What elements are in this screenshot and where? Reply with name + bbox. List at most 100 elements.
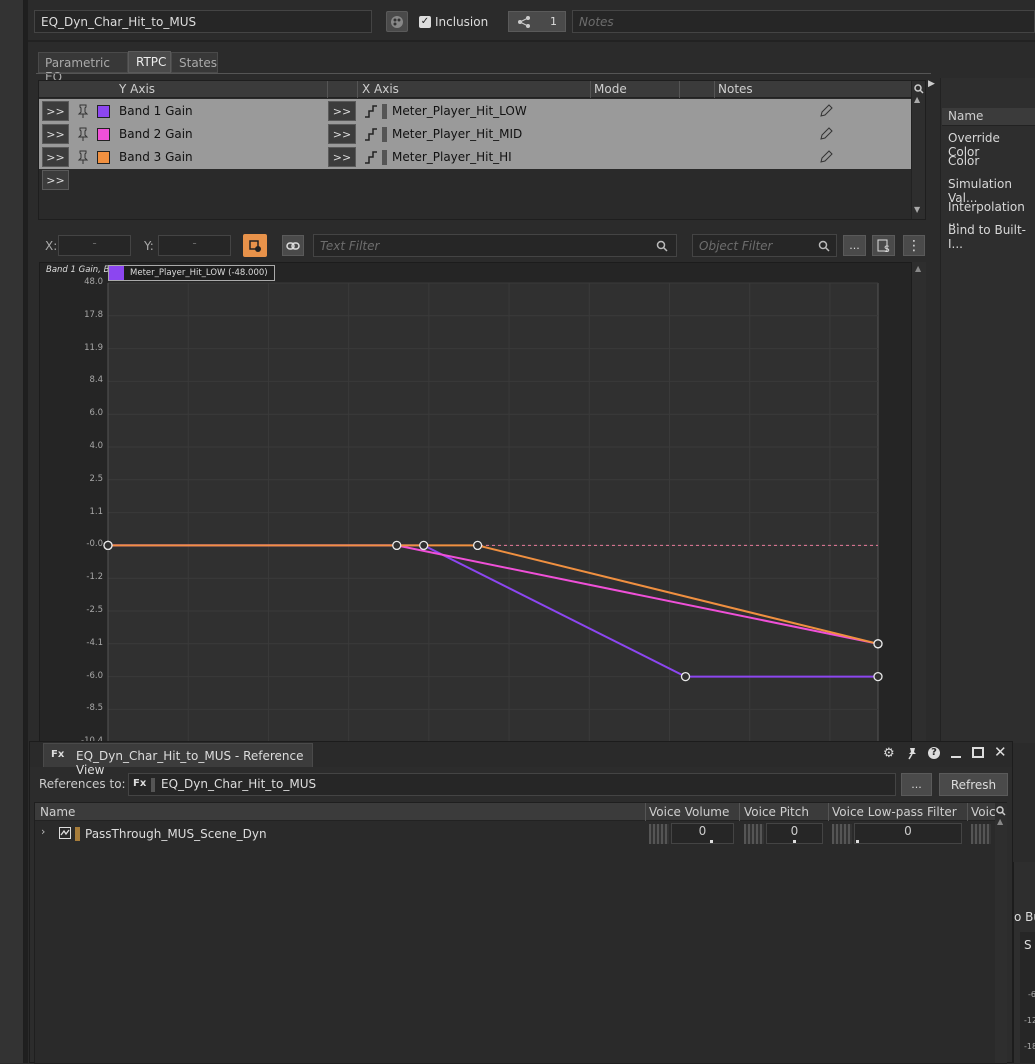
text-filter-input[interactable]: Text Filter — [313, 234, 677, 257]
fx-icon: Fx — [51, 749, 65, 760]
color-palette-button[interactable] — [386, 11, 408, 32]
curve-control-point — [472, 540, 483, 551]
y-axis-name: Band 1 Gain — [119, 104, 193, 118]
rtpc-row[interactable]: >> Band 2 Gain >> Meter_Player_Hit_MID — [39, 123, 909, 146]
help-icon[interactable]: ? — [928, 747, 940, 759]
col-y-axis[interactable]: Y Axis — [119, 82, 155, 96]
reference-view-window: Fx EQ_Dyn_Char_Hit_to_MUS - Reference Vi… — [29, 741, 1013, 1064]
object-color-bar — [75, 827, 80, 841]
x-expand-button[interactable]: >> — [328, 101, 356, 121]
voice-extra-slider-handle[interactable] — [971, 824, 991, 844]
voice-lpf-value[interactable]: 0 — [854, 823, 962, 844]
rtpc-table-scrollbar[interactable]: ▲ ▼ — [911, 81, 925, 219]
collapse-arrow-icon[interactable]: ▶ — [928, 79, 935, 89]
col-sep-3 — [590, 81, 591, 98]
scroll-down-icon[interactable]: ▼ — [914, 205, 920, 214]
x-axis-name: Meter_Player_Hit_MID — [392, 127, 523, 141]
maximize-icon[interactable] — [972, 747, 984, 758]
expand-button[interactable]: >> — [42, 124, 69, 144]
col-voice-extra[interactable]: Voic — [971, 805, 996, 819]
voice-volume-marker — [710, 840, 713, 843]
x-coord-label: X: — [45, 239, 58, 253]
voice-volume-value[interactable]: 0 — [671, 823, 734, 844]
col-mode[interactable]: Mode — [594, 82, 627, 96]
col-name[interactable]: Name — [40, 805, 75, 819]
reference-view-tab[interactable]: Fx EQ_Dyn_Char_Hit_to_MUS - Reference Vi… — [43, 743, 313, 777]
tab-states[interactable]: States — [171, 52, 218, 73]
pin-icon[interactable] — [77, 104, 89, 118]
refresh-button[interactable]: Refresh — [939, 773, 1008, 796]
voice-lpf-slider-handle[interactable] — [832, 824, 852, 844]
pin-icon[interactable] — [906, 747, 918, 760]
expand-button[interactable]: >> — [42, 147, 69, 167]
meter-panel-title: o Bu — [1014, 910, 1035, 924]
col-voice-pitch[interactable]: Voice Pitch — [744, 805, 809, 819]
references-button[interactable]: 1 — [508, 11, 566, 32]
curve-plot[interactable] — [40, 263, 912, 742]
edit-notes-icon[interactable] — [819, 104, 833, 118]
snap-icon — [249, 239, 261, 252]
overflow-menu-button[interactable]: ⋮ — [903, 235, 925, 256]
side-item-bind-to-builtin[interactable]: Bind to Built-I... — [948, 223, 1035, 251]
notes-field[interactable]: Notes — [572, 10, 1035, 33]
expand-chevron-icon[interactable]: › — [41, 825, 45, 838]
expand-button[interactable]: >> — [42, 101, 69, 121]
edit-notes-icon[interactable] — [819, 150, 833, 164]
reference-count: 1 — [550, 15, 557, 28]
link-button[interactable] — [282, 235, 304, 256]
object-color-bar — [151, 778, 155, 792]
close-icon[interactable]: ✕ — [994, 743, 1007, 761]
pin-icon[interactable] — [77, 127, 89, 141]
browse-button[interactable]: ... — [901, 773, 932, 796]
graph-scrollbar[interactable]: ▲ — [912, 262, 926, 742]
side-header-name[interactable]: Name — [948, 109, 983, 123]
toolbar-divider — [28, 40, 1035, 42]
col-sep — [739, 803, 740, 821]
x-coord-field[interactable]: - — [58, 235, 131, 256]
curve-control-point — [419, 540, 429, 551]
snap-toggle-button[interactable] — [243, 234, 267, 257]
game-parameter-icon — [365, 105, 377, 118]
reference-target-field[interactable]: Fx EQ_Dyn_Char_Hit_to_MUS — [128, 773, 896, 796]
col-voice-lpf[interactable]: Voice Low-pass Filter — [832, 805, 957, 819]
voice-volume-slider-handle[interactable] — [649, 824, 669, 844]
tab-parametric-eq[interactable]: Parametric EQ — [38, 52, 128, 84]
x-expand-button[interactable]: >> — [328, 147, 356, 167]
reference-list-scrollbar[interactable]: ▲ — [995, 803, 1007, 1063]
side-panel-header: Name — [942, 108, 1035, 126]
share-icon — [518, 15, 530, 28]
add-rtpc-button[interactable]: >> — [42, 170, 69, 190]
col-x-axis[interactable]: X Axis — [362, 82, 399, 96]
object-color-bar — [382, 104, 387, 119]
tab-rtpc[interactable]: RTPC — [128, 51, 171, 73]
view-settings-button[interactable]: S — [872, 235, 895, 256]
palette-icon — [391, 15, 403, 28]
rtpc-row[interactable]: >> Band 1 Gain >> Meter_Player_Hit_LOW — [39, 100, 909, 123]
list-item[interactable]: › PassThrough_MUS_Scene_Dyn 0 0 0 — [35, 823, 995, 845]
scroll-up-icon[interactable]: ▲ — [914, 95, 920, 104]
reference-list: Name Voice Volume Voice Pitch Voice Low-… — [34, 802, 1007, 1064]
rtpc-row[interactable]: >> Band 3 Gain >> Meter_Player_Hit_HI — [39, 146, 909, 169]
search-icon[interactable] — [914, 84, 924, 94]
x-expand-button[interactable]: >> — [328, 124, 356, 144]
curve-control-point — [103, 540, 113, 551]
rtpc-graph-panel[interactable]: Band 1 Gain, Ba Meter_Player_Hit_LOW (-4… — [39, 262, 912, 742]
curve-control-point — [680, 671, 691, 682]
object-filter-more-button[interactable]: ... — [843, 235, 866, 256]
object-name-field[interactable]: EQ_Dyn_Char_Hit_to_MUS — [34, 10, 372, 33]
text-filter-placeholder: Text Filter — [320, 239, 380, 253]
search-icon[interactable] — [996, 806, 1006, 816]
settings-gear-icon[interactable]: ⚙ — [883, 746, 895, 761]
voice-pitch-slider-handle[interactable] — [744, 824, 764, 844]
minimize-icon[interactable] — [951, 756, 961, 758]
scroll-up-icon[interactable]: ▲ — [997, 817, 1003, 826]
pin-icon[interactable] — [77, 150, 89, 164]
col-voice-volume[interactable]: Voice Volume — [649, 805, 729, 819]
col-notes[interactable]: Notes — [718, 82, 753, 96]
y-coord-field[interactable]: - — [158, 235, 231, 256]
inclusion-checkbox[interactable]: ✓ — [419, 16, 431, 28]
side-item-color[interactable]: Color — [948, 154, 979, 168]
object-filter-input[interactable]: Object Filter — [692, 234, 837, 257]
edit-notes-icon[interactable] — [819, 127, 833, 141]
scroll-up-icon[interactable]: ▲ — [915, 264, 921, 273]
